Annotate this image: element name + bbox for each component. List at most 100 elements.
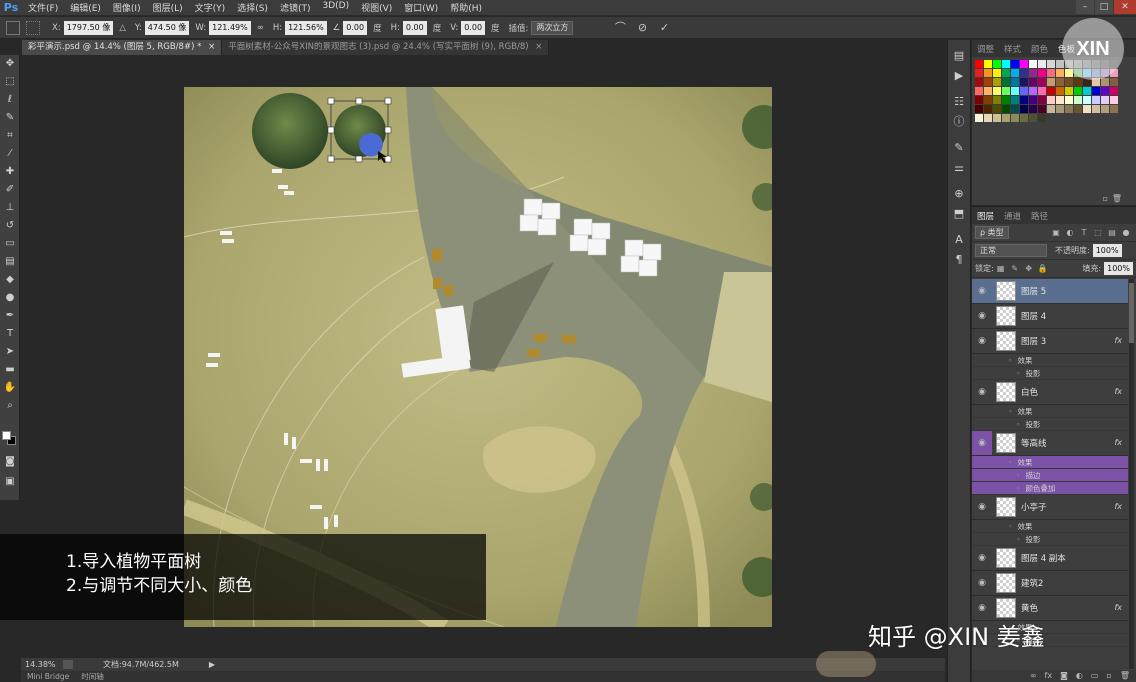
fx-icon[interactable]: fx [1114, 387, 1122, 396]
layer-filter-select[interactable]: ρ 类型 [975, 226, 1009, 239]
lasso-tool-icon[interactable]: ℓ [0, 91, 20, 109]
color-swatch[interactable] [1020, 87, 1028, 95]
color-swatch[interactable] [1110, 105, 1118, 113]
lock-transparent-icon[interactable]: ▦ [996, 264, 1006, 274]
blend-mode-select[interactable]: 正常 [975, 244, 1047, 257]
effect-eye-icon[interactable]: ◦ [1016, 484, 1020, 493]
menu-item[interactable]: 图像(I) [107, 1, 147, 14]
visibility-eye-icon[interactable]: ◉ [972, 329, 992, 353]
color-swatch[interactable] [1029, 96, 1037, 104]
color-swatch[interactable] [984, 87, 992, 95]
eyedropper-tool-icon[interactable]: ⁄ [0, 145, 20, 163]
color-swatch[interactable] [1002, 78, 1010, 86]
tab-document-active[interactable]: 彩平演示.psd @ 14.4% (图层 5, RGB/8#) * × [22, 40, 223, 55]
color-swatch[interactable] [1011, 60, 1019, 68]
color-swatch[interactable] [1011, 87, 1019, 95]
effect-item[interactable]: ◦ 颜色叠加 [972, 482, 1128, 495]
tab-mini-bridge[interactable]: Mini Bridge [21, 671, 75, 682]
color-swatch[interactable] [1056, 87, 1064, 95]
pen-tool-icon[interactable]: ✒ [0, 307, 20, 325]
brush-panel-icon[interactable]: ✎ [948, 138, 970, 158]
color-swatch[interactable] [993, 114, 1001, 122]
color-swatch[interactable] [1074, 105, 1082, 113]
color-swatch[interactable] [1047, 69, 1055, 77]
eraser-tool-icon[interactable]: ▭ [0, 235, 20, 253]
delta-icon[interactable]: △ [119, 23, 126, 33]
maximize-button[interactable]: □ [1095, 0, 1113, 14]
tool-presets-icon[interactable]: ⬒ [948, 204, 970, 224]
screen-mode-icon[interactable]: ▣ [0, 473, 20, 491]
visibility-eye-icon[interactable]: ◉ [972, 431, 992, 455]
color-swatch[interactable] [1002, 114, 1010, 122]
effect-item[interactable]: ◦ 描边 [972, 469, 1128, 482]
menu-item[interactable]: 文件(F) [22, 1, 64, 14]
layer-row[interactable]: ◉ 小亭子 fx [972, 495, 1128, 520]
lock-paint-icon[interactable]: ✎ [1010, 264, 1020, 274]
menu-item[interactable]: 3D(D) [316, 1, 355, 14]
color-swatch[interactable] [1011, 69, 1019, 77]
history-panel-icon[interactable]: ▤ [948, 46, 970, 66]
color-swatch[interactable] [1038, 105, 1046, 113]
add-style-icon[interactable]: fx [1045, 670, 1053, 682]
visibility-eye-icon[interactable]: ◉ [972, 380, 992, 404]
opacity-input[interactable]: 100% [1092, 244, 1122, 257]
h-input[interactable]: 121.56% [285, 20, 327, 35]
healing-tool-icon[interactable]: ✚ [0, 163, 20, 181]
y-input[interactable]: 474.50 像 [144, 20, 190, 35]
color-swatch[interactable] [1056, 105, 1064, 113]
lock-position-icon[interactable]: ✥ [1024, 264, 1034, 274]
color-swatch[interactable] [1038, 78, 1046, 86]
filter-adjust-icon[interactable]: ◐ [1065, 228, 1075, 238]
fx-icon[interactable]: fx [1114, 438, 1122, 447]
link-layers-icon[interactable]: ∞ [1030, 670, 1037, 682]
tab-document-tree-assets[interactable]: 平面树素材-公众号XIN的景观图志 (3).psd @ 24.4% (写实平面树… [222, 40, 550, 55]
color-swatch[interactable] [1020, 96, 1028, 104]
tab-layers[interactable]: 图层 [972, 210, 999, 222]
color-swatch[interactable] [1074, 96, 1082, 104]
link-icon[interactable]: ∞ [257, 23, 264, 33]
filter-toggle-icon[interactable]: ● [1121, 228, 1131, 238]
color-swatch[interactable] [1020, 114, 1028, 122]
path-select-tool-icon[interactable]: ➤ [0, 343, 20, 361]
tab-channels[interactable]: 通道 [999, 210, 1026, 222]
menu-item[interactable]: 图层(L) [147, 1, 189, 14]
visibility-eye-icon[interactable]: ◉ [972, 304, 992, 328]
effect-eye-icon[interactable]: ◦ [1016, 471, 1020, 480]
w-input[interactable]: 121.49% [209, 20, 251, 35]
color-swatch[interactable] [1047, 78, 1055, 86]
effect-eye-icon[interactable]: ◦ [1008, 458, 1012, 467]
color-swatch[interactable] [1110, 78, 1118, 86]
tab-timeline[interactable]: 时间轴 [75, 671, 110, 682]
color-swatch[interactable] [1065, 96, 1073, 104]
filter-type-icon[interactable]: T [1079, 228, 1089, 238]
layers-scroll-thumb[interactable] [1129, 283, 1134, 343]
visibility-eye-icon[interactable]: ◉ [972, 279, 992, 303]
color-swatch[interactable] [1038, 87, 1046, 95]
interpolation-select[interactable]: 两次立方 [531, 20, 574, 35]
tab-color[interactable]: 颜色 [1026, 43, 1053, 55]
delete-layer-icon[interactable]: 🗑 [1120, 670, 1130, 682]
crop-tool-icon[interactable]: ⌗ [0, 127, 20, 145]
color-swatch[interactable] [1011, 105, 1019, 113]
effect-item[interactable]: ◦ 投影 [972, 533, 1128, 546]
color-swatch[interactable] [993, 60, 1001, 68]
color-swatch[interactable] [1047, 96, 1055, 104]
color-swatch[interactable] [1047, 60, 1055, 68]
color-swatch[interactable] [1038, 60, 1046, 68]
color-swatch[interactable] [1029, 60, 1037, 68]
visibility-eye-icon[interactable]: ◉ [972, 495, 992, 519]
color-swatch[interactable] [1074, 78, 1082, 86]
color-swatch[interactable] [1002, 96, 1010, 104]
color-swatch[interactable] [975, 87, 983, 95]
effects-group[interactable]: ◦ 效果 [972, 405, 1128, 418]
gradient-tool-icon[interactable]: ▤ [0, 253, 20, 271]
color-swatch[interactable] [1002, 105, 1010, 113]
color-swatch[interactable] [1101, 87, 1109, 95]
new-swatch-icon[interactable]: ▫ [1103, 194, 1108, 203]
x-input[interactable]: 1797.50 像 [63, 20, 114, 35]
tab-adjustments[interactable]: 调整 [972, 43, 999, 55]
actions-panel-icon[interactable]: ▶ [948, 66, 970, 86]
color-swatch[interactable] [993, 105, 1001, 113]
color-swatch[interactable] [1083, 96, 1091, 104]
layer-row[interactable]: ◉ 建筑2 [972, 571, 1128, 596]
